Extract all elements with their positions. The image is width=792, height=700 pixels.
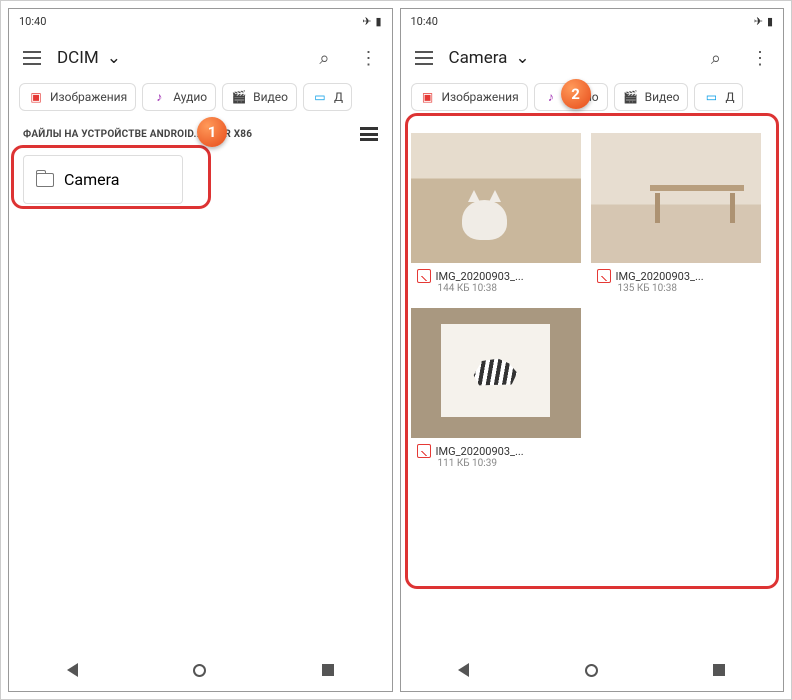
title-dropdown[interactable]: DCIM ⌄	[57, 48, 303, 68]
image-item[interactable]: IMG_20200903_... 135 КБ 10:38	[591, 133, 761, 298]
airplane-icon: ✈	[362, 15, 371, 28]
image-icon: ▣	[28, 89, 44, 105]
view-toggle-icon[interactable]	[360, 127, 378, 141]
chevron-down-icon: ⌄	[515, 48, 529, 68]
image-icon: ▣	[420, 89, 436, 105]
video-icon: 🎬	[623, 89, 639, 105]
nav-home[interactable]	[585, 664, 598, 677]
folder-label: Camera	[64, 170, 119, 189]
filter-chips: ▣Изображения ♪Аудио 🎬Видео ▭Д	[401, 83, 784, 119]
folder-camera[interactable]: Camera	[23, 155, 183, 204]
chip-images[interactable]: ▣Изображения	[411, 83, 528, 111]
airplane-icon: ✈	[754, 15, 763, 28]
file-name: IMG_20200903_...	[436, 270, 575, 283]
search-icon[interactable]: ⌕	[711, 48, 721, 69]
chip-docs[interactable]: ▭Д	[694, 83, 743, 111]
file-meta: 135 КБ 10:38	[597, 283, 755, 294]
chip-video[interactable]: 🎬Видео	[614, 83, 689, 111]
image-item[interactable]: IMG_20200903_... 144 КБ 10:38	[411, 133, 581, 298]
more-icon[interactable]: ⋮	[360, 48, 378, 69]
battery-icon: ▮	[375, 15, 381, 28]
search-icon[interactable]: ⌕	[319, 48, 329, 69]
status-time: 10:40	[411, 15, 438, 28]
app-bar: Camera ⌄ ⌕ ⋮	[401, 33, 784, 83]
video-icon: 🎬	[231, 89, 247, 105]
nav-recent[interactable]	[322, 664, 334, 676]
chevron-down-icon: ⌄	[107, 48, 121, 68]
audio-icon: ♪	[151, 89, 167, 105]
audio-icon: ♪	[543, 89, 559, 105]
file-meta: 144 КБ 10:38	[417, 283, 575, 294]
chip-docs[interactable]: ▭Д	[303, 83, 352, 111]
doc-icon: ▭	[312, 89, 328, 105]
annotation-badge-2: 2	[561, 79, 591, 109]
status-time: 10:40	[19, 15, 46, 28]
phone-left: 10:40 ✈ ▮ DCIM ⌄ ⌕ ⋮ ▣Изображения ♪Аудио…	[8, 8, 393, 692]
nav-bar	[9, 649, 392, 691]
nav-back[interactable]	[458, 663, 469, 677]
annotation-badge-1: 1	[197, 117, 227, 147]
file-name: IMG_20200903_...	[436, 445, 575, 458]
status-bar: 10:40 ✈ ▮	[401, 9, 784, 33]
menu-icon[interactable]	[415, 51, 433, 65]
image-file-icon	[417, 444, 431, 458]
status-bar: 10:40 ✈ ▮	[9, 9, 392, 33]
nav-bar	[401, 649, 784, 691]
chip-audio[interactable]: ♪Аудио	[142, 83, 216, 111]
file-name: IMG_20200903_...	[616, 270, 755, 283]
doc-icon: ▭	[703, 89, 719, 105]
app-bar: DCIM ⌄ ⌕ ⋮	[9, 33, 392, 83]
folder-icon	[36, 173, 54, 187]
menu-icon[interactable]	[23, 51, 41, 65]
chip-video[interactable]: 🎬Видео	[222, 83, 297, 111]
image-item[interactable]: IMG_20200903_... 111 КБ 10:39	[411, 308, 581, 473]
page-title: Camera	[449, 48, 508, 68]
chip-images[interactable]: ▣Изображения	[19, 83, 136, 111]
page-title: DCIM	[57, 48, 99, 68]
nav-back[interactable]	[67, 663, 78, 677]
more-icon[interactable]: ⋮	[751, 48, 769, 69]
nav-recent[interactable]	[713, 664, 725, 676]
phone-right: 10:40 ✈ ▮ Camera ⌄ ⌕ ⋮ ▣Изображения ♪Ауд…	[400, 8, 785, 692]
nav-home[interactable]	[193, 664, 206, 677]
title-dropdown[interactable]: Camera ⌄	[449, 48, 695, 68]
battery-icon: ▮	[767, 15, 773, 28]
filter-chips: ▣Изображения ♪Аудио 🎬Видео ▭Д	[9, 83, 392, 119]
file-meta: 111 КБ 10:39	[417, 458, 575, 469]
image-file-icon	[417, 269, 431, 283]
image-grid: IMG_20200903_... 144 КБ 10:38 IMG_202009…	[411, 125, 774, 473]
image-file-icon	[597, 269, 611, 283]
